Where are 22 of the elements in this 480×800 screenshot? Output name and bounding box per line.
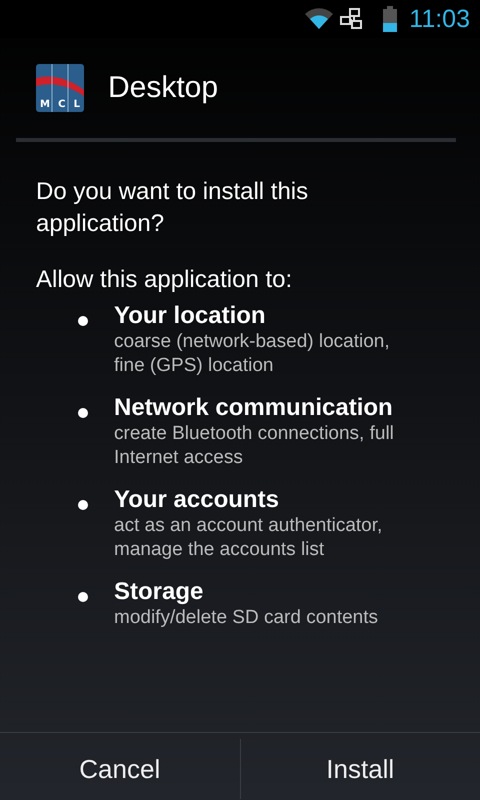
bullet-icon	[78, 592, 88, 602]
install-button[interactable]: Install	[240, 733, 480, 800]
permission-description: create Bluetooth connections, full Internet access	[114, 422, 395, 470]
bullet-icon	[78, 408, 88, 418]
permission-title: Your accounts	[114, 486, 280, 514]
wifi-icon	[305, 8, 334, 30]
permission-description: modify/delete SD card contents	[114, 606, 380, 630]
install-question: Do you want to install this application?	[36, 177, 310, 239]
permission-title: Network communication	[114, 394, 394, 422]
permission-title: Your location	[114, 302, 267, 330]
bullet-icon	[78, 500, 88, 510]
network-icon	[339, 8, 364, 30]
cancel-button[interactable]: Cancel	[0, 733, 240, 800]
app-icon: M C L	[36, 64, 84, 112]
permissions-heading: Allow this application to:	[36, 266, 294, 294]
permission-title: Storage	[114, 578, 204, 606]
battery-icon	[383, 6, 398, 32]
permission-description: act as an account authenticator, manage the accounts list	[114, 514, 384, 562]
permission-description: coarse (network-based) location, fine (GPS) location	[114, 330, 391, 378]
app-title: Desktop	[108, 71, 218, 105]
bullet-icon	[78, 316, 88, 326]
status-time: 11:03	[409, 4, 470, 34]
